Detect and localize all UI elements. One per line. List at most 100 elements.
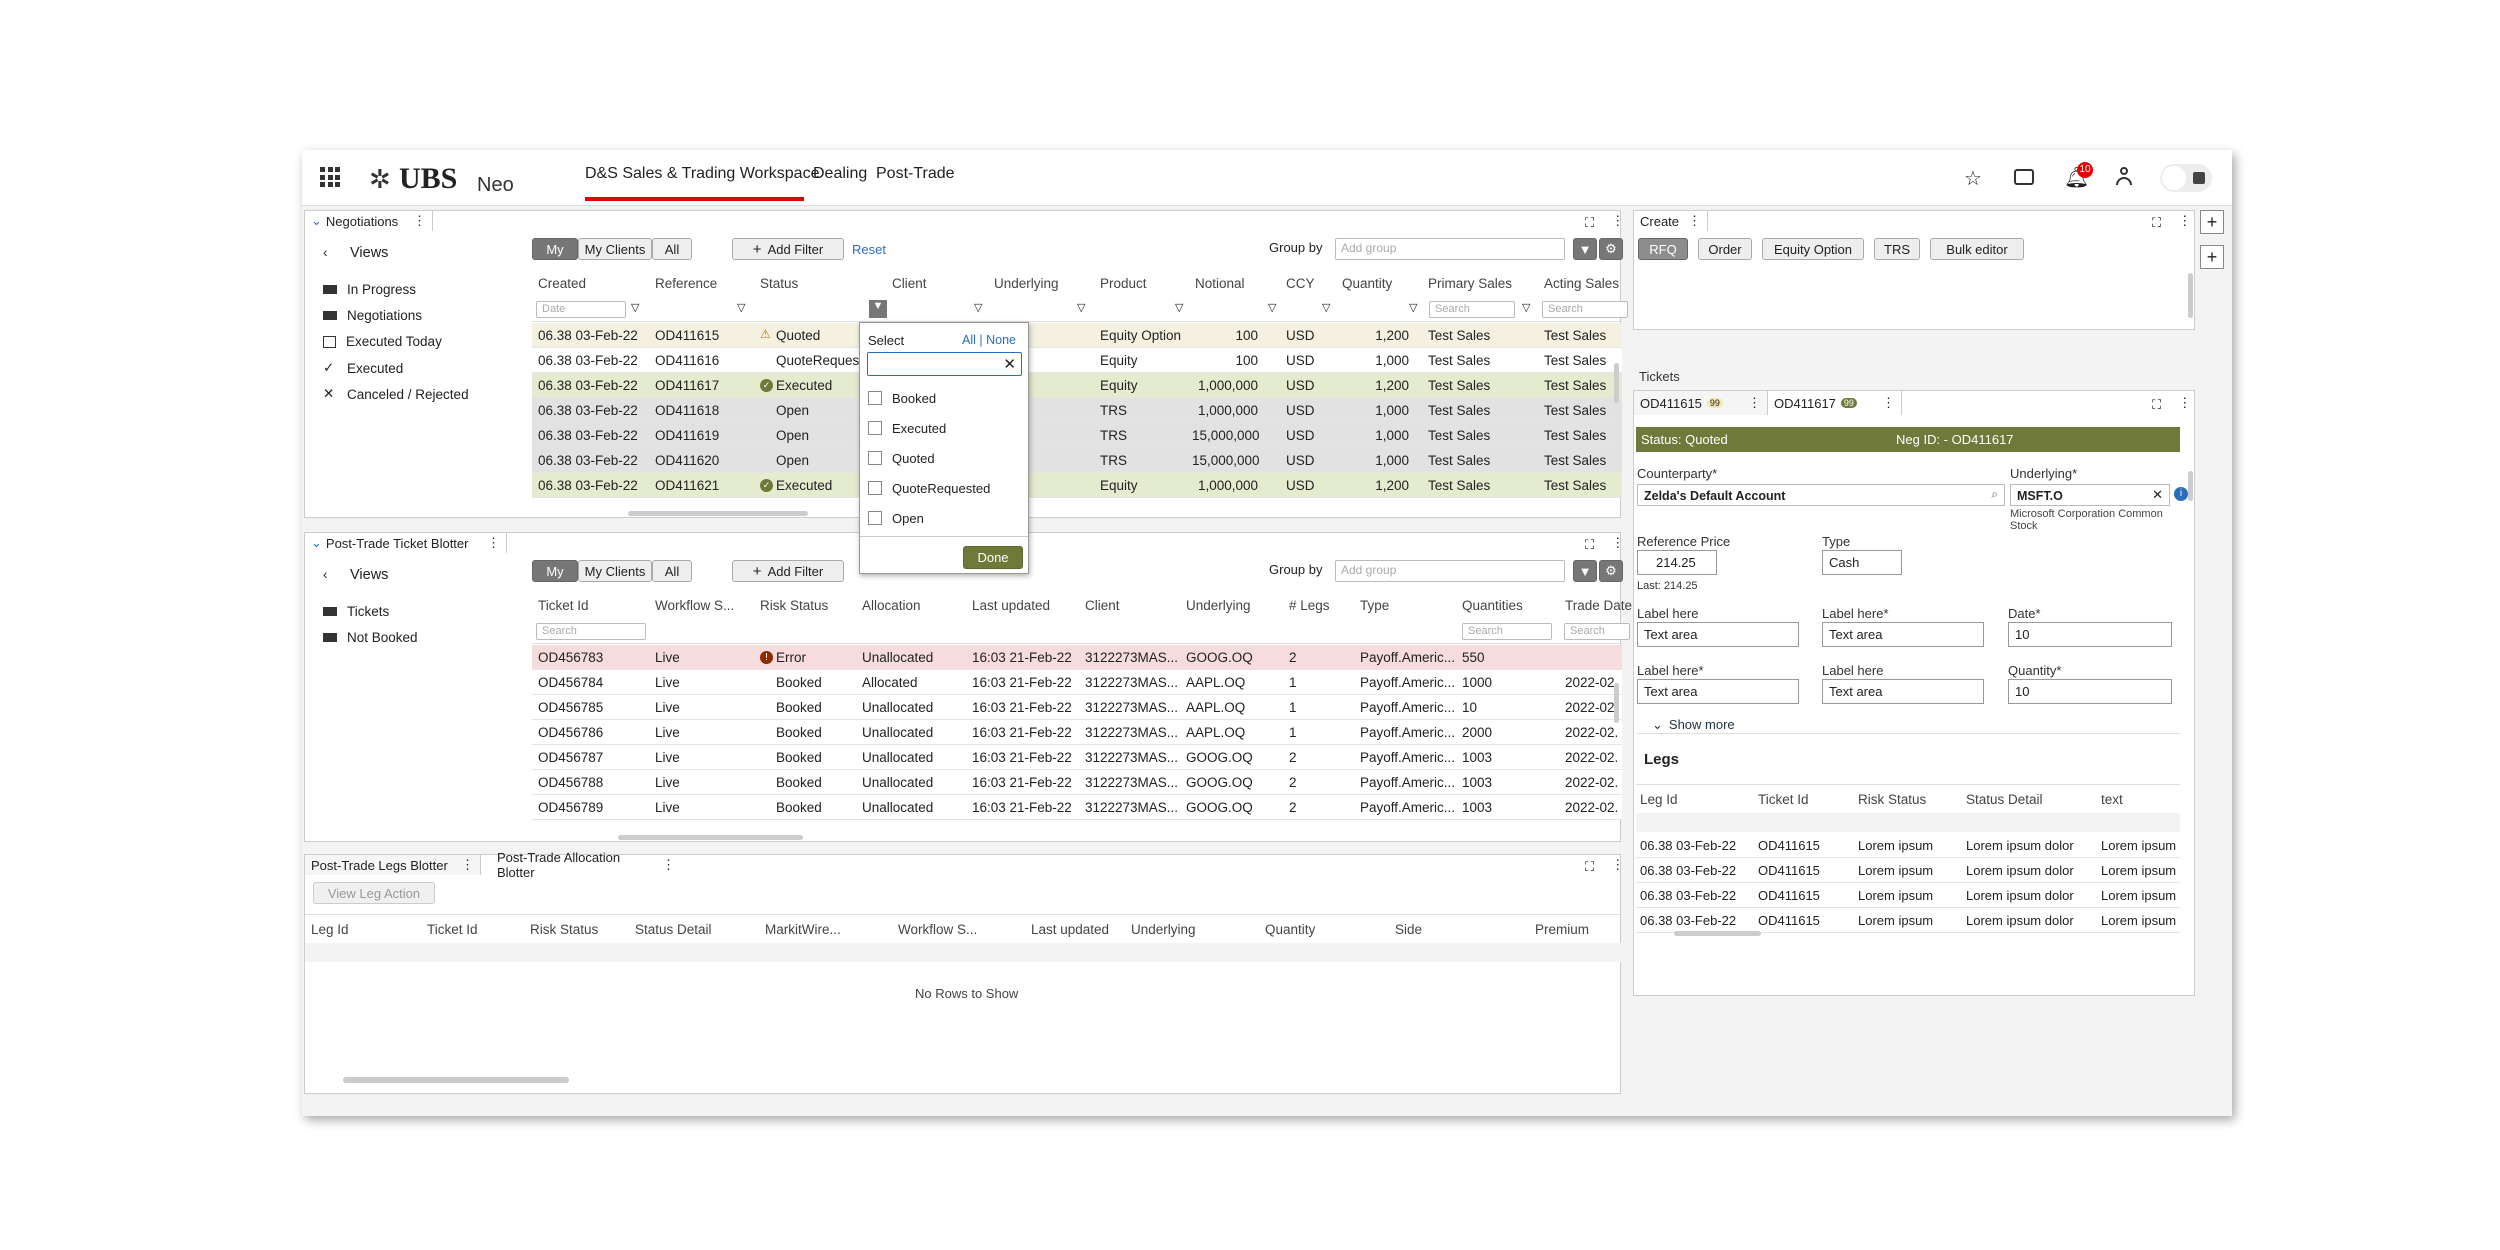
collapse-chevron-icon[interactable]: ⌄ [311,535,322,551]
add-filter-button[interactable]: + Add Filter [732,560,844,582]
filter-funnel-icon[interactable]: ▽ [1322,301,1330,314]
group-by-input[interactable]: Add group [1335,238,1565,260]
table-row[interactable]: 06.38 03-Feb-22 OD411615 Lorem ipsum Lorem … [1636,833,2180,858]
settings-button[interactable]: ⚙ [1599,560,1623,582]
seg-my[interactable]: My [532,560,578,582]
acting-sales-search[interactable]: Search [1542,301,1628,318]
col-risk-status[interactable]: Risk Status [1858,792,1926,807]
kebab-icon[interactable]: ⋮ [1748,395,1761,411]
bulk-editor-button[interactable]: Bulk editor [1930,238,2024,260]
view-not-booked[interactable]: Not Booked [323,630,418,645]
star-icon[interactable]: ☆ [1964,166,1982,191]
table-row[interactable]: OD456788 Live Booked Unallocated 16:03 21-Fe… [532,770,1622,795]
col-status[interactable]: Status [760,276,798,291]
clear-icon[interactable]: ✕ [1003,355,1016,373]
col-underlying[interactable]: Underlying [1186,598,1251,613]
checkbox-quote-requested[interactable] [868,481,882,495]
filter-funnel-icon[interactable]: ▽ [1409,301,1417,314]
col-underlying[interactable]: Underlying [994,276,1059,291]
kebab-icon[interactable]: ⋮ [413,213,426,229]
col-acting-sales[interactable]: Acting Sales [1544,276,1619,291]
filter-funnel-icon[interactable]: ▽ [1268,301,1276,314]
view-leg-action-button[interactable]: View Leg Action [313,882,435,904]
table-row[interactable]: OD456783 Live! Error Unallocated 16:03 21-Fe… [532,645,1622,670]
rfq-button[interactable]: RFQ [1638,238,1688,260]
nav-item-workspace[interactable]: D&S Sales & Trading Workspace [585,165,819,183]
user-icon[interactable] [2115,167,2133,185]
maximize-icon[interactable]: ⛶ [2152,397,2161,413]
col-ccy[interactable]: CCY [1286,276,1315,291]
table-row[interactable]: 06.38 03-Feb-22 OD411619 Open TRS 15,000,000… [532,423,1622,448]
counterparty-field[interactable]: Zelda's Default Account ⌕ [1637,484,2005,506]
kebab-icon[interactable]: ⋮ [662,857,675,873]
negotiations-vscrollbar[interactable] [1614,363,1619,403]
table-row[interactable]: 06.38 03-Feb-22 OD411621 ✓ Executed Equity 1,… [532,473,1622,498]
filter-funnel-icon[interactable]: ▽ [974,301,982,314]
option-booked[interactable]: Booked [892,391,936,406]
ticket-vscrollbar[interactable] [1614,683,1619,723]
popup-all-none[interactable]: All | None [962,333,1016,347]
add-panel-button[interactable]: + [2200,210,2224,234]
col-ticket-id[interactable]: Ticket Id [427,922,478,937]
text-area-4[interactable]: Text area [1822,679,1984,704]
checkbox-quoted[interactable] [868,451,882,465]
col-underlying[interactable]: Underlying [1131,922,1196,937]
kebab-icon[interactable]: ⋮ [1688,213,1701,229]
table-row[interactable]: 06.38 03-Feb-22 OD411617 ✓ Executed Equity 1,… [532,373,1622,398]
order-button[interactable]: Order [1698,238,1752,260]
col-leg-id[interactable]: Leg Id [311,922,349,937]
col-status-detail[interactable]: Status Detail [635,922,712,937]
group-by-input[interactable]: Add group [1335,560,1565,582]
filter-funnel-icon[interactable]: ▽ [737,301,745,314]
nav-item-dealing[interactable]: Dealing [813,165,867,183]
col-trade-date[interactable]: Trade Date [1565,598,1632,613]
reference-price-field[interactable]: 214.25 [1637,550,1717,575]
checkbox-executed[interactable] [868,421,882,435]
underlying-field[interactable]: MSFT.O ✕ [2010,484,2170,506]
info-icon[interactable]: i [2174,487,2188,501]
panel-menu-icon[interactable]: ⋮ [2178,395,2192,411]
quantity-field[interactable]: 10 [2008,679,2172,704]
popup-search-input[interactable]: ✕ [867,352,1022,376]
settings-button[interactable]: ⚙ [1599,238,1623,260]
col-client[interactable]: Client [892,276,927,291]
panel-menu-icon[interactable]: ⋮ [2178,213,2192,229]
filter-toggle-button[interactable]: ▼ [1573,560,1597,582]
add-filter-button[interactable]: + Add Filter [732,238,844,260]
date-filter-input[interactable]: Date [536,301,626,318]
date-field[interactable]: 10 [2008,622,2172,647]
text-area-2[interactable]: Text area [1822,622,1984,647]
primary-sales-search[interactable]: Search [1429,301,1515,318]
col-side[interactable]: Side [1395,922,1422,937]
type-field[interactable]: Cash [1822,550,1902,575]
option-quote-requested[interactable]: QuoteRequested [892,481,990,496]
kebab-icon[interactable]: ⋮ [461,857,474,873]
col-last-updated[interactable]: Last updated [972,598,1050,613]
col-workflow-status[interactable]: Workflow S... [898,922,977,937]
trade-date-search[interactable]: Search [1564,623,1630,640]
tab-create[interactable]: Create ⋮ [1634,211,1708,231]
tab-allocation-blotter[interactable]: Post-Trade Allocation Blotter ⋮ [481,850,681,880]
table-row[interactable]: OD456785 Live Booked Unallocated 16:03 21-Fe… [532,695,1622,720]
col-type[interactable]: Type [1360,598,1389,613]
ticket-id-search[interactable]: Search [536,623,646,640]
seg-my[interactable]: My [532,238,578,260]
chat-icon[interactable] [2014,169,2034,185]
table-row[interactable]: OD456789 Live Booked Unallocated 16:03 21-Fe… [532,795,1622,820]
seg-all[interactable]: All [652,238,692,260]
table-row[interactable]: 06.38 03-Feb-22 OD411615 Lorem ipsum Lorem … [1636,883,2180,908]
col-primary-sales[interactable]: Primary Sales [1428,276,1512,291]
col-notional[interactable]: Notional [1195,276,1245,291]
col-created[interactable]: Created [538,276,586,291]
col-leg-id[interactable]: Leg Id [1640,792,1678,807]
table-row[interactable]: 06.38 03-Feb-22 OD411618 Open TRS 1,000,000 U… [532,398,1622,423]
clear-icon[interactable]: ✕ [2152,487,2163,503]
col-text[interactable]: text [2101,792,2123,807]
panel-menu-icon[interactable]: ⋮ [1611,857,1625,873]
table-row[interactable]: OD456786 Live Booked Unallocated 16:03 21-Fe… [532,720,1622,745]
equity-option-button[interactable]: Equity Option [1762,238,1864,260]
option-executed[interactable]: Executed [892,421,946,436]
apps-grid-icon[interactable] [320,167,340,187]
table-row[interactable]: OD456784 Live Booked Allocated 16:03 21-Feb-… [532,670,1622,695]
ticket-tab-od411617[interactable]: OD411617 99 ⋮ [1768,391,1902,415]
